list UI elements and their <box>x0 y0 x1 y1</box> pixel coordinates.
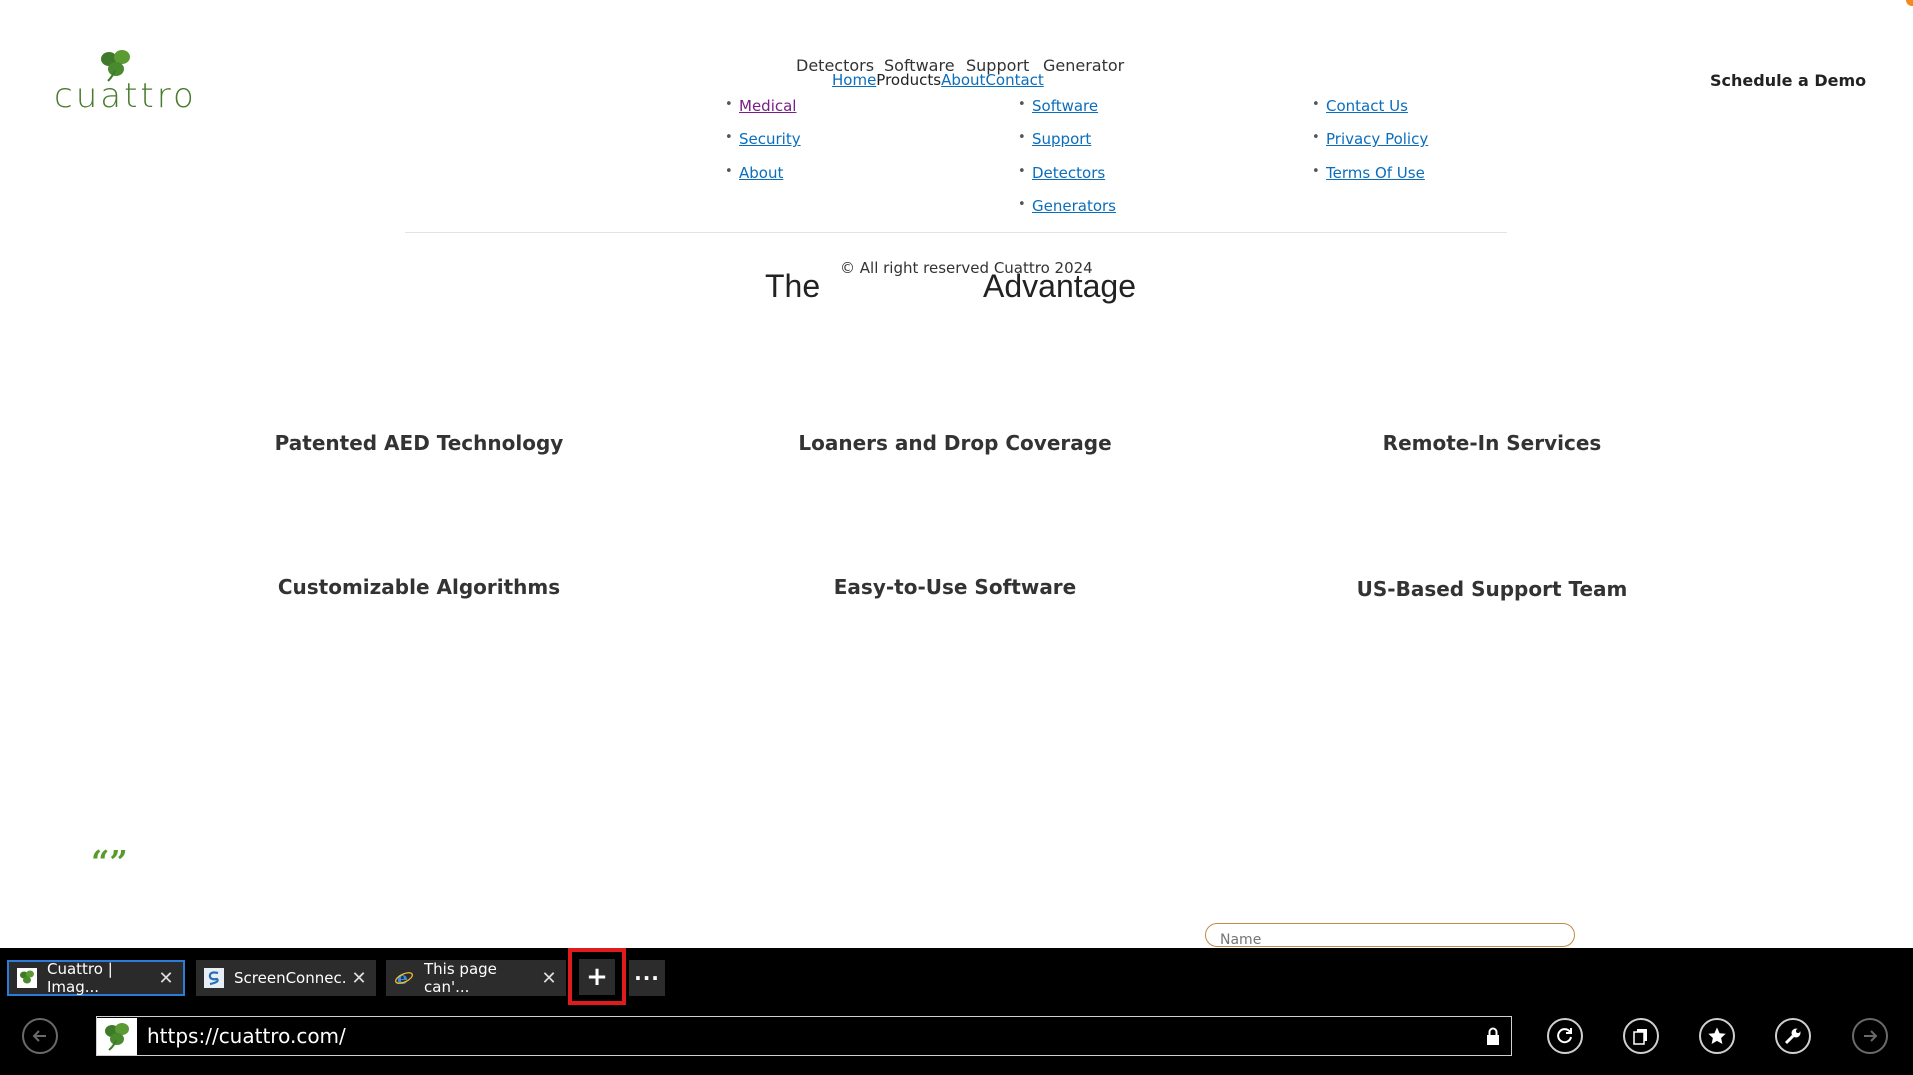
back-button[interactable] <box>22 1018 58 1054</box>
footer-link-detectors[interactable]: Detectors <box>1018 164 1105 182</box>
name-input[interactable] <box>1206 924 1574 946</box>
browser-tab[interactable]: ScreenConnec... ✕ <box>196 960 376 996</box>
back-arrow-icon <box>32 1030 46 1042</box>
tab-title: This page can'... <box>424 960 497 996</box>
tabs-overview-button[interactable] <box>1623 1018 1659 1054</box>
advantage-heading-the: The <box>765 268 821 304</box>
feature-title: Remote-In Services <box>1382 431 1602 455</box>
quote-mark-icon: “” <box>91 843 128 881</box>
footer-link-support[interactable]: Support <box>1018 130 1091 148</box>
ie-icon: e <box>394 968 414 988</box>
close-tab-icon[interactable]: ✕ <box>538 968 560 989</box>
nav-home-link[interactable]: Home <box>832 71 876 89</box>
forward-button[interactable] <box>1852 1018 1888 1054</box>
browser-tab[interactable]: Cuattro | Imag... ✕ <box>7 960 185 996</box>
footer-divider <box>405 232 1507 233</box>
close-tab-icon[interactable]: ✕ <box>155 968 177 989</box>
footer-link-terms-of-use[interactable]: Terms Of Use <box>1312 164 1425 182</box>
svg-text:e: e <box>397 969 408 988</box>
web-page: cuattro Detectors Software Support Gener… <box>0 0 1913 948</box>
tab-title: Cuattro | Imag... <box>47 960 113 996</box>
footer-link-generators[interactable]: Generators <box>1018 197 1116 215</box>
forward-arrow-icon <box>1864 1030 1878 1042</box>
footer-link-security[interactable]: Security <box>725 130 801 148</box>
footer-link-privacy-policy[interactable]: Privacy Policy <box>1312 130 1428 148</box>
star-icon <box>1708 1027 1726 1044</box>
new-tab-button[interactable]: + <box>568 948 626 1005</box>
footer-link-software[interactable]: Software <box>1018 97 1098 115</box>
feature-title: Loaners and Drop Coverage <box>798 431 1112 455</box>
tab-title: ScreenConnec... <box>234 969 348 987</box>
advantage-heading-advantage: Advantage <box>983 268 1137 304</box>
footer-link-contact-us[interactable]: Contact Us <box>1312 97 1408 115</box>
close-tab-icon[interactable]: ✕ <box>348 968 370 989</box>
cuattro-logo[interactable]: cuattro <box>50 46 194 116</box>
tools-button[interactable] <box>1775 1018 1811 1054</box>
refresh-button[interactable] <box>1547 1018 1583 1054</box>
refresh-icon <box>1557 1028 1572 1044</box>
plus-icon: + <box>579 958 615 995</box>
feature-title: Easy-to-Use Software <box>833 575 1077 599</box>
cuattro-leaf-icon <box>17 968 37 988</box>
lock-icon <box>1475 1027 1511 1045</box>
logo-wordmark: cuattro <box>54 76 197 116</box>
address-bar[interactable] <box>96 1016 1512 1056</box>
nav-products[interactable]: Products <box>876 71 941 89</box>
feature-title: Customizable Algorithms <box>277 575 561 599</box>
nav-about-link[interactable]: About <box>941 71 985 89</box>
nav-generator[interactable]: Generator <box>1043 56 1124 75</box>
site-favicon-icon <box>97 1017 137 1055</box>
main-nav: HomeProductsAboutContact <box>832 71 1044 89</box>
wrench-icon <box>1784 1028 1801 1045</box>
favorites-button[interactable] <box>1699 1018 1735 1054</box>
nav-contact-link[interactable]: Contact <box>985 71 1043 89</box>
url-input[interactable] <box>137 1016 1475 1056</box>
corner-accent <box>1906 0 1913 6</box>
schedule-demo-button[interactable]: Schedule a Demo <box>1710 71 1866 90</box>
browser-tab[interactable]: e This page can'... ✕ <box>386 960 566 996</box>
tabs-icon <box>1633 1029 1647 1045</box>
tab-more-button[interactable]: ··· <box>629 960 665 996</box>
footer-link-about[interactable]: About <box>725 164 783 182</box>
screenconnect-icon <box>204 968 224 988</box>
feature-title: US-Based Support Team <box>1356 577 1628 601</box>
footer-link-medical[interactable]: Medical <box>725 97 797 115</box>
feature-title: Patented AED Technology <box>274 431 564 455</box>
name-field[interactable] <box>1205 923 1575 947</box>
